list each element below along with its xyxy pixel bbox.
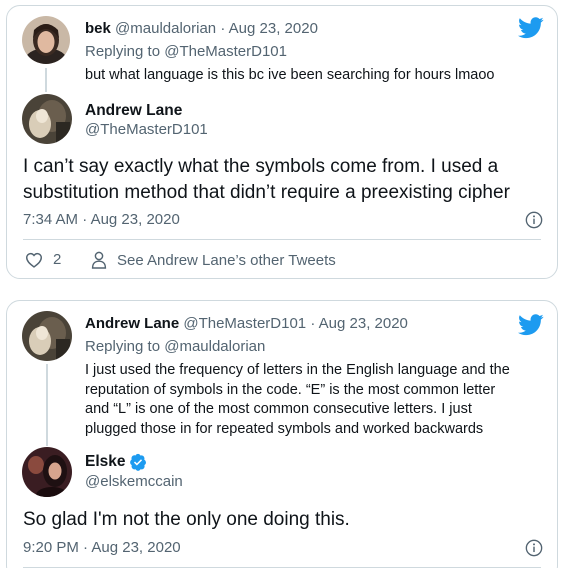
verified-badge-icon	[129, 453, 146, 471]
separator-dot: ·	[220, 20, 226, 37]
reply-tweet-text-line-2: reputation of symbols in the code. “E” i…	[85, 381, 496, 398]
avatar-andrew-lane[interactable]	[22, 94, 72, 144]
author-name[interactable]: bek	[85, 20, 111, 37]
reply-tweet-header: Andrew Lane @TheMasterD101 · Aug 23, 202…	[85, 315, 408, 332]
see-other-tweets-link[interactable]: See Andrew Lane’s other Tweets	[91, 251, 336, 269]
see-other-tweets-label: See Andrew Lane’s other Tweets	[117, 251, 336, 269]
person-icon	[91, 251, 107, 269]
author-name[interactable]: Elske	[85, 453, 126, 471]
heart-icon	[25, 252, 43, 268]
twitter-bird-icon[interactable]	[518, 314, 544, 336]
author-handle[interactable]: @TheMasterD101	[183, 315, 306, 332]
replying-to: Replying to @TheMasterD101	[85, 43, 287, 60]
info-icon[interactable]	[525, 539, 543, 557]
like-count: 2	[53, 251, 62, 268]
reply-tweet-header: bek @mauldalorian · Aug 23, 2020	[85, 20, 318, 37]
avatar-bek[interactable]	[22, 16, 70, 64]
tweet-date[interactable]: Aug 23, 2020	[229, 20, 318, 37]
avatar-andrew-lane[interactable]	[22, 311, 72, 361]
replying-to-handle-link[interactable]: @mauldalorian	[164, 338, 265, 355]
embedded-tweet-card-2[interactable]: Andrew Lane @TheMasterD101 · Aug 23, 202…	[6, 300, 558, 568]
like-button[interactable]: 2	[25, 251, 61, 268]
tweet-time: 9:20 PM	[23, 539, 79, 556]
tweet-timestamp[interactable]: 7:34 AM · Aug 23, 2020	[23, 211, 180, 228]
reply-tweet-text-line-3: and “L” is one of the most common consec…	[85, 401, 472, 417]
replying-to: Replying to @mauldalorian	[85, 338, 265, 355]
reply-tweet-text: but what language is this bc ive been se…	[85, 67, 495, 83]
tweet-time: 7:34 AM	[23, 211, 79, 228]
author-handle[interactable]: @mauldalorian	[115, 20, 216, 37]
tweet-date: Aug 23, 2020	[91, 539, 181, 556]
embedded-tweet-card-1[interactable]: bek @mauldalorian · Aug 23, 2020 Replyin…	[6, 5, 558, 279]
separator-dot: ·	[310, 315, 316, 332]
author-handle[interactable]: @elskemccain	[85, 473, 183, 490]
info-icon[interactable]	[525, 211, 543, 229]
main-tweet-text-line-2: substitution method that didn’t require …	[23, 182, 510, 203]
thread-connector-line	[46, 364, 48, 446]
author-name-row: Elske	[85, 453, 147, 471]
replying-to-label: Replying to	[85, 338, 161, 355]
tweet-date: Aug 23, 2020	[90, 211, 180, 228]
tweet-timestamp[interactable]: 9:20 PM · Aug 23, 2020	[23, 539, 181, 556]
avatar-elske[interactable]	[22, 447, 72, 497]
separator-dot: ·	[82, 211, 88, 228]
divider	[23, 239, 541, 240]
author-name[interactable]: Andrew Lane	[85, 315, 179, 332]
separator-dot: ·	[83, 539, 89, 556]
replying-to-handle-link[interactable]: @TheMasterD101	[164, 43, 287, 60]
main-tweet-text-line-1: I can’t say exactly what the symbols com…	[23, 156, 499, 177]
main-tweet-text: So glad I'm not the only one doing this.	[23, 509, 350, 530]
author-handle[interactable]: @TheMasterD101	[85, 121, 208, 138]
reply-tweet-text-line-4: plugged those in for repeated symbols an…	[85, 420, 484, 437]
reply-tweet-text-line-1: I just used the frequency of letters in …	[85, 362, 510, 378]
thread-connector-line	[45, 68, 47, 92]
author-name[interactable]: Andrew Lane	[85, 102, 182, 120]
tweet-date[interactable]: Aug 23, 2020	[319, 315, 408, 332]
twitter-bird-icon[interactable]	[518, 17, 544, 39]
replying-to-label: Replying to	[85, 43, 161, 60]
